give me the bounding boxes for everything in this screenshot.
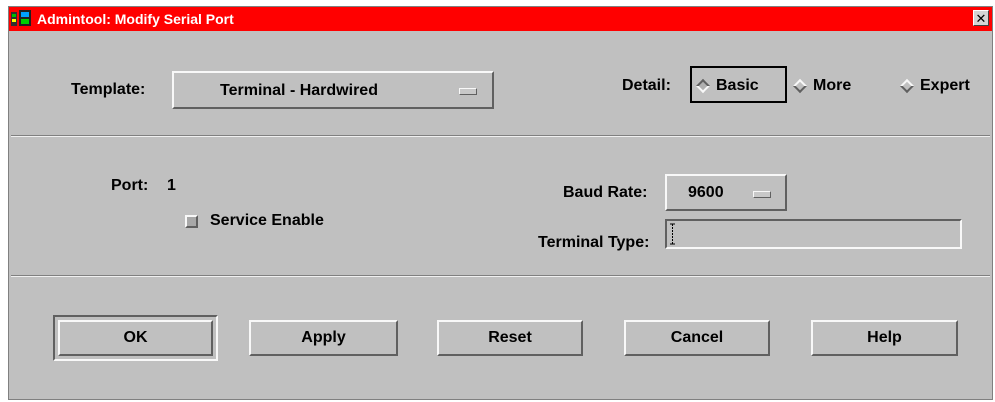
detail-label: Detail: [622, 77, 671, 94]
service-enable-label: Service Enable [210, 212, 324, 229]
detail-radio-more[interactable]: More [792, 77, 852, 95]
apply-button-label: Apply [301, 329, 346, 346]
option-menu-indicator-icon [753, 191, 771, 198]
detail-option-more-label: More [813, 77, 852, 94]
help-button-label: Help [867, 329, 902, 346]
option-menu-indicator-icon [459, 88, 477, 95]
ok-button-label: OK [123, 329, 148, 346]
detail-option-basic-label: Basic [716, 77, 759, 94]
port-value: 1 [167, 177, 176, 194]
modify-serial-port-dialog: Admintool: Modify Serial Port ✕ Template… [8, 6, 993, 400]
diamond-radio-icon [792, 78, 808, 94]
terminal-type-field[interactable] [665, 219, 962, 249]
template-option-menu[interactable]: Terminal - Hardwired [172, 71, 494, 109]
cancel-button[interactable]: Cancel [624, 320, 770, 356]
port-label: Port: [111, 177, 149, 194]
separator-bottom [11, 275, 990, 277]
baud-rate-value: 9600 [688, 184, 724, 201]
service-enable-checkbox[interactable] [185, 215, 198, 228]
title-bar[interactable]: Admintool: Modify Serial Port ✕ [9, 7, 992, 31]
diamond-radio-icon [695, 78, 711, 94]
template-label: Template: [71, 81, 146, 98]
help-button[interactable]: Help [811, 320, 958, 356]
baud-rate-label: Baud Rate: [563, 184, 648, 201]
diamond-radio-icon [899, 78, 915, 94]
text-cursor-icon [670, 223, 675, 245]
reset-button-label: Reset [488, 329, 532, 346]
cancel-button-label: Cancel [670, 329, 724, 346]
close-icon[interactable]: ✕ [973, 10, 989, 26]
terminal-type-label: Terminal Type: [538, 234, 650, 251]
apply-button[interactable]: Apply [249, 320, 398, 356]
separator-top [11, 135, 990, 137]
window-title: Admintool: Modify Serial Port [37, 11, 234, 27]
template-value: Terminal - Hardwired [220, 82, 378, 99]
detail-radio-expert[interactable]: Expert [899, 77, 970, 95]
ok-button[interactable]: OK [58, 320, 213, 356]
reset-button[interactable]: Reset [437, 320, 583, 356]
detail-radio-basic[interactable]: Basic [695, 77, 759, 95]
detail-option-expert-label: Expert [920, 77, 970, 94]
baud-rate-option-menu[interactable]: 9600 [665, 174, 787, 211]
admintool-app-icon [11, 10, 31, 26]
